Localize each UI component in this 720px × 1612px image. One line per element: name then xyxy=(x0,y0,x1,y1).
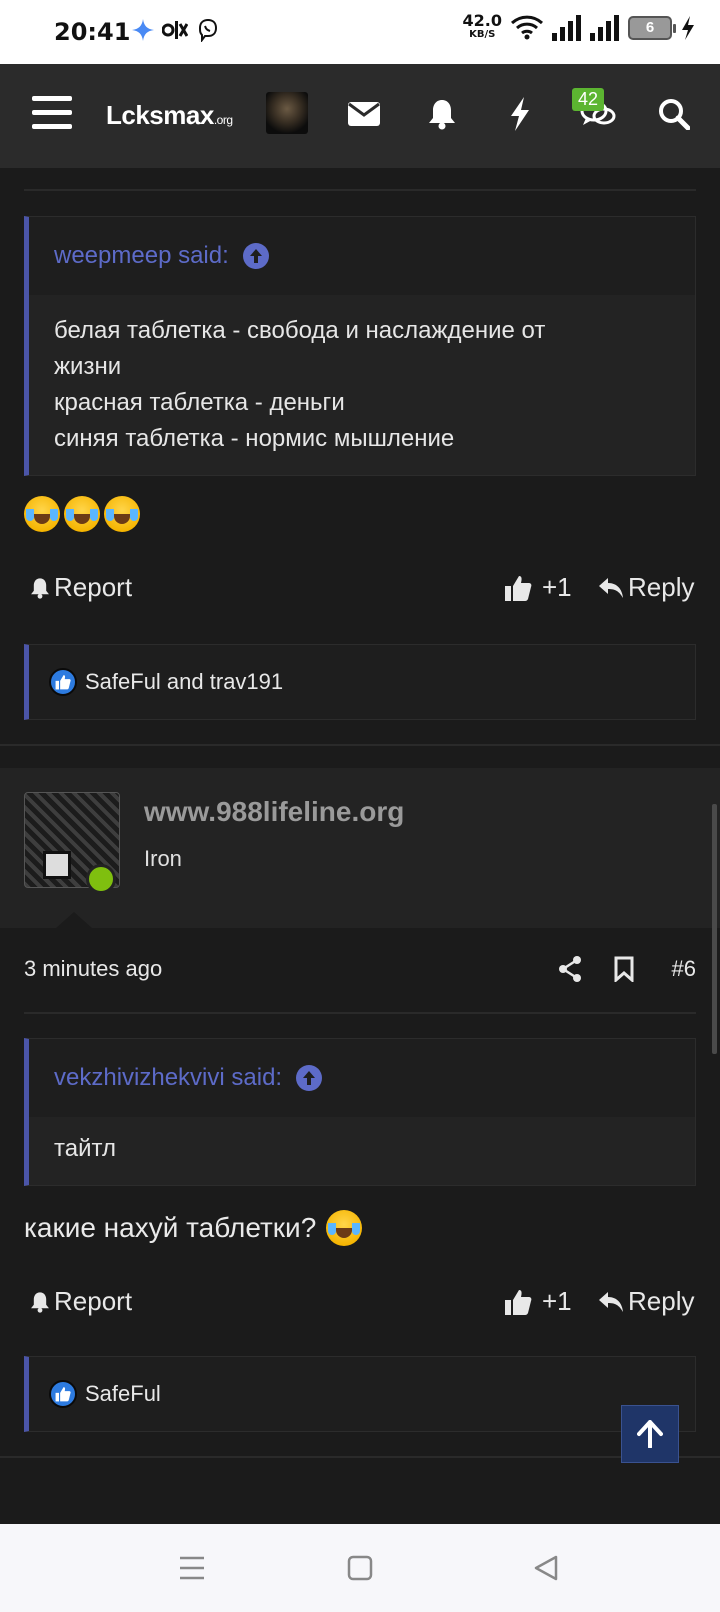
like-button[interactable]: +1 xyxy=(504,572,572,603)
quote-header[interactable]: weepmeep said: xyxy=(29,217,695,295)
reactions-users[interactable]: SafeFul xyxy=(85,1381,161,1407)
like-count: +1 xyxy=(542,572,572,602)
status-time: 20:41 xyxy=(54,18,131,46)
scroll-to-top-button[interactable] xyxy=(621,1405,679,1463)
logo-tld: .org xyxy=(213,113,233,127)
quote-line: красная таблетка - деньги xyxy=(54,389,345,416)
report-label: Report xyxy=(54,1286,133,1316)
mail-icon[interactable] xyxy=(344,94,384,134)
post-actions: Report +1 Reply xyxy=(24,1286,696,1326)
arrow-up-icon[interactable] xyxy=(242,243,269,269)
reactions-bar[interactable]: SafeFul xyxy=(24,1356,696,1432)
divider xyxy=(24,1012,696,1014)
site-logo[interactable]: Lcksmax.org xyxy=(106,100,233,131)
author-title: Iron xyxy=(144,846,182,871)
post-divider xyxy=(0,1456,720,1458)
reply-icon xyxy=(599,577,623,598)
quote-line: синяя таблетка - нормис мышление xyxy=(54,425,455,452)
quote-line: тайтл xyxy=(54,1135,116,1162)
signal-icon xyxy=(590,15,619,41)
search-icon[interactable] xyxy=(654,94,694,134)
bolt-icon[interactable] xyxy=(500,94,540,134)
crying-laughing-emoji xyxy=(326,1210,363,1246)
post-divider xyxy=(0,744,720,746)
quote-block: weepmeep said: белая таблетка - свобода … xyxy=(24,216,696,476)
crying-laughing-emoji xyxy=(104,496,140,532)
caret xyxy=(56,912,92,928)
status-bar: 20:41 42.0 KB/S 6 xyxy=(0,0,720,64)
quote-body: белая таблетка - свобода и наслаждение о… xyxy=(29,295,695,475)
back-icon[interactable] xyxy=(528,1550,564,1586)
charging-icon xyxy=(682,16,694,40)
olx-icon xyxy=(162,21,188,39)
message-emojis xyxy=(24,496,140,532)
author-name[interactable]: www.988lifeline.org xyxy=(144,796,404,828)
online-indicator xyxy=(86,864,116,894)
report-button[interactable]: Report xyxy=(30,1286,132,1317)
crying-laughing-emoji xyxy=(24,496,60,532)
post-number[interactable]: #6 xyxy=(672,956,696,982)
menu-icon[interactable] xyxy=(32,96,72,130)
like-button[interactable]: +1 xyxy=(504,1286,572,1317)
like-count: +1 xyxy=(542,1286,572,1316)
notification-icons xyxy=(132,18,220,42)
report-label: Report xyxy=(54,572,133,602)
reply-icon xyxy=(599,1291,623,1312)
quote-line: жизни xyxy=(54,353,122,380)
gemini-icon xyxy=(132,19,154,41)
user-avatar[interactable] xyxy=(266,92,308,134)
site-header: Lcksmax.org 42 xyxy=(0,64,720,168)
share-icon[interactable] xyxy=(558,956,582,988)
reply-label: Reply xyxy=(628,572,695,602)
logo-text: Lcksmax xyxy=(106,100,214,130)
scrollbar[interactable] xyxy=(712,804,717,1054)
thumbs-up-icon xyxy=(505,575,532,601)
chat-badge: 42 xyxy=(572,88,605,111)
bell-icon xyxy=(31,577,49,599)
crying-laughing-emoji xyxy=(64,496,100,532)
bell-icon[interactable] xyxy=(422,94,462,134)
signal-icon xyxy=(552,15,581,41)
arrow-up-icon xyxy=(637,1420,663,1448)
battery-icon: 6 xyxy=(628,16,676,40)
bell-icon xyxy=(31,1291,49,1313)
like-reaction-icon xyxy=(49,668,77,696)
viber-icon xyxy=(198,18,218,42)
post-actions: Report +1 Reply xyxy=(24,572,696,612)
reply-label: Reply xyxy=(628,1286,695,1316)
reply-button[interactable]: Reply xyxy=(598,1286,694,1317)
network-speed: 42.0 KB/S xyxy=(463,13,502,42)
quote-author[interactable]: vekzhivizhekvivi said: xyxy=(54,1064,282,1092)
post-time[interactable]: 3 minutes ago xyxy=(24,956,162,982)
system-nav-bar xyxy=(0,1524,720,1612)
reactions-bar[interactable]: SafeFul and trav191 xyxy=(24,644,696,720)
quote-body: тайтл xyxy=(29,1117,695,1185)
reply-button[interactable]: Reply xyxy=(598,572,694,603)
net-speed-unit: KB/S xyxy=(469,29,496,40)
quote-header[interactable]: vekzhivizhekvivi said: xyxy=(29,1039,695,1117)
wifi-icon xyxy=(510,15,544,40)
reactions-users[interactable]: SafeFul and trav191 xyxy=(85,669,283,695)
thumbs-up-icon xyxy=(505,1289,532,1315)
quote-author[interactable]: weepmeep said: xyxy=(54,242,229,270)
post-meta: 3 minutes ago #6 xyxy=(24,950,696,990)
quote-line: белая таблетка - свобода и наслаждение о… xyxy=(54,317,546,344)
bookmark-icon[interactable] xyxy=(614,956,634,988)
recent-apps-icon[interactable] xyxy=(174,1550,210,1586)
arrow-up-icon[interactable] xyxy=(296,1065,323,1091)
message-text: какие нахуй таблетки? xyxy=(24,1212,317,1243)
post-author-block: www.988lifeline.org Iron xyxy=(0,768,720,928)
divider xyxy=(24,189,696,191)
like-reaction-icon xyxy=(49,1380,77,1408)
home-icon[interactable] xyxy=(342,1550,378,1586)
quote-block: vekzhivizhekvivi said: тайтл xyxy=(24,1038,696,1186)
report-button[interactable]: Report xyxy=(30,572,132,603)
message-body: какие нахуй таблетки? xyxy=(24,1210,363,1246)
system-icons: 42.0 KB/S 6 xyxy=(463,13,696,42)
